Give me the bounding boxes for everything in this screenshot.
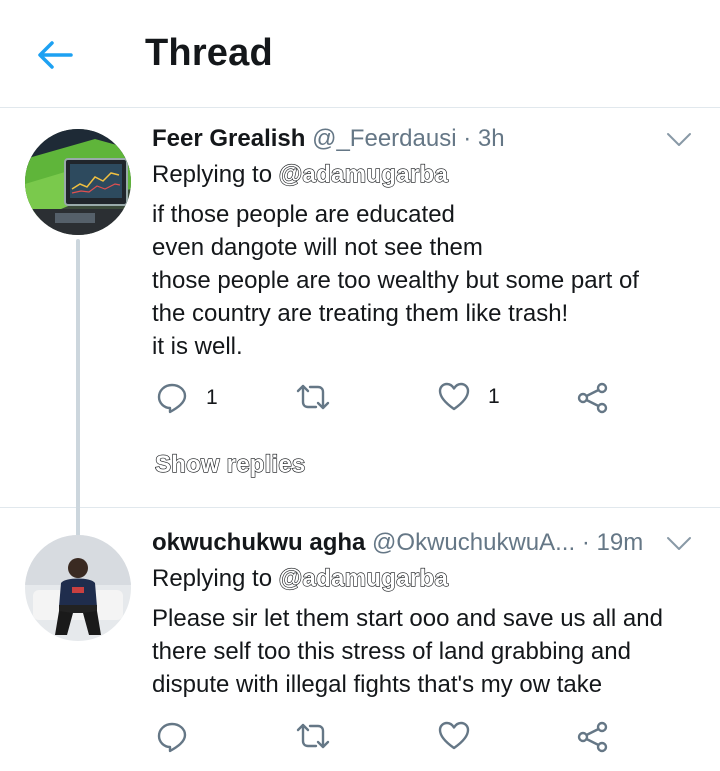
timestamp: 19m (596, 529, 644, 556)
page-title: Thread (145, 32, 273, 74)
like-button[interactable]: 1 (438, 382, 500, 412)
replying-to-label: Replying to (152, 565, 273, 592)
back-button[interactable] (30, 34, 80, 76)
reply-icon (157, 383, 187, 414)
tweet-header: okwuchukwu agha @OkwuchukwuA... · 19m (152, 529, 643, 557)
tweet-actions: 1 1 (150, 382, 630, 422)
tweet-header: Feer Grealish @_Feerdausi · 3h (152, 125, 505, 153)
reply-count: 1 (206, 386, 218, 409)
share-button[interactable] (577, 382, 609, 414)
display-name[interactable]: Feer Grealish (152, 125, 305, 152)
like-button[interactable] (438, 721, 488, 751)
chevron-down-icon (667, 133, 691, 146)
handle[interactable]: @_Feerdausi (312, 125, 456, 152)
retweet-icon (296, 384, 330, 410)
reply-button[interactable]: 1 (156, 382, 218, 414)
share-icon (577, 382, 608, 414)
show-replies-link[interactable]: Show replies (154, 450, 305, 479)
display-name[interactable]: okwuchukwu agha (152, 529, 365, 556)
tweet[interactable]: okwuchukwu agha @OkwuchukwuA... · 19m Re… (0, 509, 720, 771)
replying-to-label: Replying to (152, 161, 273, 188)
timestamp: 3h (477, 125, 505, 152)
avatar-image (25, 535, 131, 641)
avatar[interactable] (25, 129, 131, 235)
avatar-image (25, 129, 131, 235)
tweet-text-line: there self too this stress of land grabb… (152, 638, 631, 665)
tweet-text-line: the country are treating them like trash… (152, 300, 569, 327)
back-arrow-icon (38, 41, 73, 69)
tweet[interactable]: Feer Grealish @_Feerdausi · 3h Replying … (0, 109, 720, 584)
replying-to: Replying to @adamugarba (152, 160, 448, 189)
tweet-text-line: if those people are educated (152, 201, 455, 228)
tweet-text-line: dispute with illegal fights that's my ow… (152, 671, 603, 698)
tweet-text-line: Please sir let them start ooo and save u… (152, 605, 663, 632)
tweet-text: Please sir let them start ooo and save u… (152, 602, 697, 701)
share-icon (577, 721, 608, 753)
like-count: 1 (488, 385, 500, 408)
share-button[interactable] (577, 721, 609, 753)
tweet-text: if those people are educated even dangot… (152, 198, 697, 363)
like-icon (438, 721, 470, 750)
avatar[interactable] (25, 535, 131, 641)
reply-icon (157, 722, 187, 753)
mention-link[interactable]: @adamugarba (278, 160, 448, 188)
more-options-button[interactable] (666, 131, 692, 149)
tweet-text-line: those people are too wealthy but some pa… (152, 267, 639, 294)
tweet-actions (150, 721, 630, 761)
tweet-text-line: even dangote will not see them (152, 234, 483, 261)
replying-to: Replying to @adamugarba (152, 564, 448, 593)
retweet-icon (296, 723, 330, 749)
retweet-button[interactable] (295, 721, 349, 751)
separator-dot: · (463, 125, 472, 152)
top-app-bar: Thread (0, 0, 720, 108)
retweet-button[interactable] (295, 382, 349, 412)
separator-dot: · (581, 529, 590, 556)
more-options-button[interactable] (666, 535, 692, 553)
tweet-text-line: it is well. (152, 333, 243, 360)
like-icon (438, 382, 470, 411)
reply-button[interactable] (156, 721, 206, 753)
handle[interactable]: @OkwuchukwuA... (372, 529, 575, 556)
mention-link[interactable]: @adamugarba (278, 564, 448, 592)
chevron-down-icon (667, 537, 691, 550)
thread-connector (76, 239, 80, 552)
